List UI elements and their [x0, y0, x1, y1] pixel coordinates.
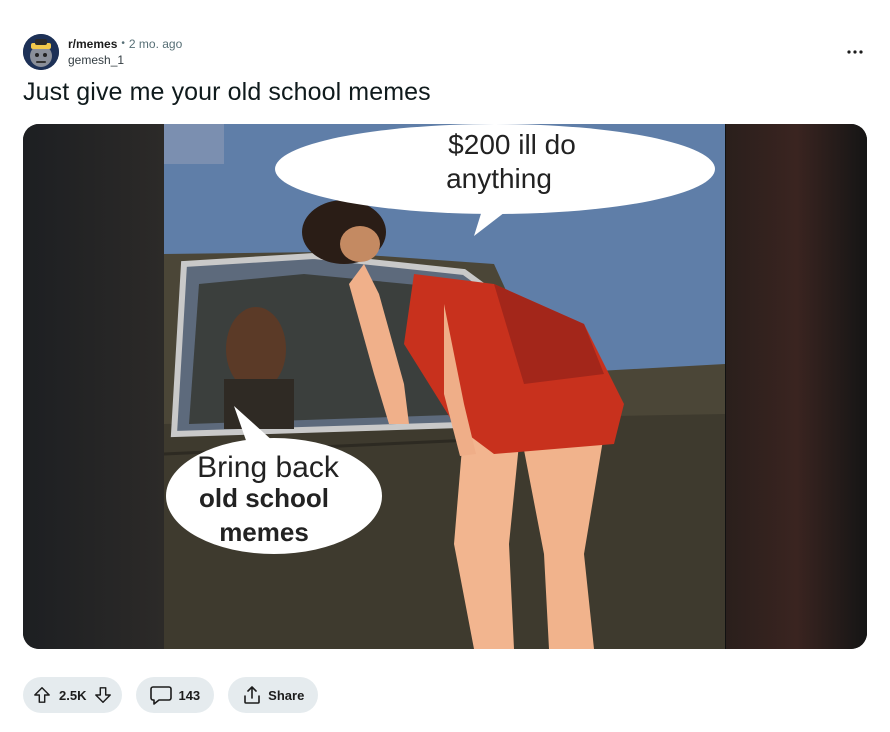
ellipsis-icon	[847, 50, 863, 54]
subreddit-avatar[interactable]	[23, 34, 59, 70]
bottom-bubble-line2: old school	[199, 483, 329, 513]
speech-bubble-icon	[150, 686, 173, 705]
top-bubble-line1: $200 ill do	[448, 129, 576, 160]
comment-count: 143	[178, 687, 201, 703]
post-timestamp: 2 mo. ago	[128, 37, 183, 51]
subreddit-link[interactable]: r/memes	[68, 36, 117, 52]
bottom-bubble-line3: memes	[219, 517, 309, 547]
post-media[interactable]: $200 ill do anything Bring back old scho…	[23, 124, 867, 649]
overflow-menu-button[interactable]	[840, 40, 870, 64]
share-upload-icon	[244, 686, 260, 704]
meta-separator: •	[121, 38, 125, 49]
arrow-up-outline-icon	[34, 687, 50, 703]
vote-count: 2.5K	[59, 687, 87, 703]
bottom-bubble-line1: Bring back	[197, 451, 340, 484]
vote-group: 2.5K	[23, 677, 123, 713]
post-header: r/memes • 2 mo. ago gemesh_1	[23, 33, 182, 71]
share-label: Share	[268, 687, 305, 703]
comments-button[interactable]: 143	[136, 677, 215, 713]
post-action-bar: 2.5K 143 Share	[23, 677, 319, 713]
post-title[interactable]: Just give me your old school memes	[23, 76, 431, 108]
top-bubble-line2: anything	[446, 163, 552, 194]
arrow-down-outline-icon	[95, 687, 112, 703]
share-button[interactable]: Share	[228, 677, 319, 713]
meme-image: $200 ill do anything Bring back old scho…	[164, 124, 725, 649]
author-link[interactable]: gemesh_1	[68, 52, 182, 68]
downvote-button[interactable]	[92, 684, 114, 706]
upvote-button[interactable]	[31, 684, 53, 706]
